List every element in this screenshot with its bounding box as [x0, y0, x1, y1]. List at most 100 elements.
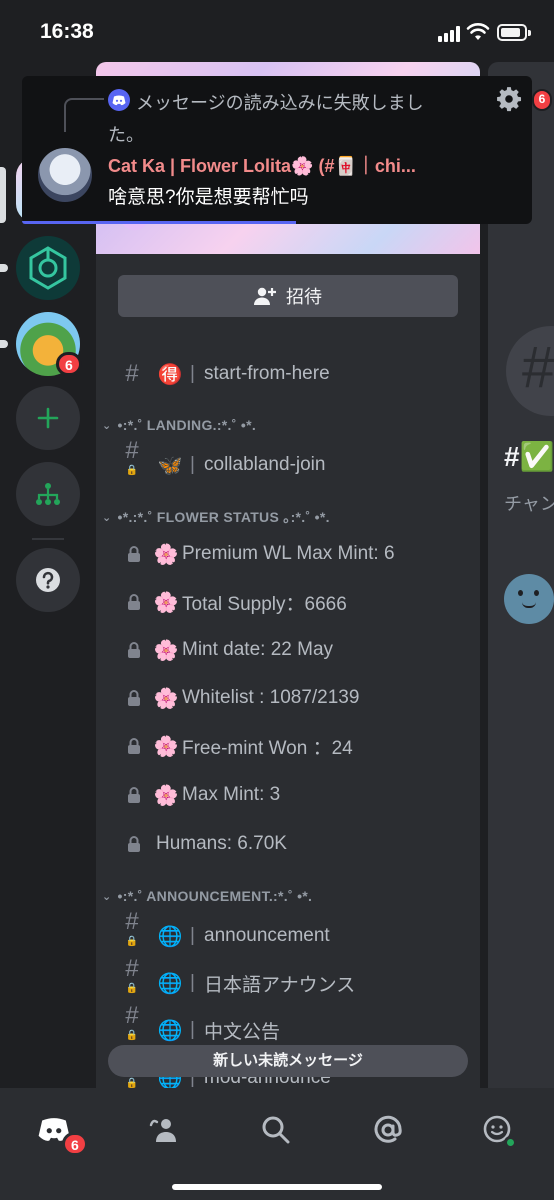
channel-announcement[interactable]: #🔒 🌐 | announcement [96, 908, 480, 956]
cellular-signal-icon [438, 26, 462, 42]
channel-subtitle: チャン [504, 494, 554, 514]
rail-divider [32, 538, 64, 540]
hash-icon: # [125, 360, 139, 387]
add-friend-icon [254, 287, 276, 305]
battery-icon [497, 24, 531, 41]
status-bar: 16:38 [0, 0, 554, 62]
new-unread-messages-button[interactable]: 新しい未読メッセージ [108, 1045, 468, 1077]
dismiss-progress-bar [22, 221, 296, 224]
channel-welcome-icon: # [506, 326, 554, 416]
lock-icon [128, 836, 140, 852]
category-announcement[interactable]: ⌄ •:*.˚ ANNOUNCEMENT.:*.˚ •*. [102, 885, 312, 907]
chevron-down-icon: ⌄ [102, 419, 112, 432]
in-app-notification[interactable]: メッセージの読み込みに失敗しました。 Cat Ka | Flower Lolit… [22, 76, 532, 224]
server-generic-g[interactable] [16, 236, 80, 300]
channel-emoji: 🌐 [157, 972, 183, 995]
lock-icon [128, 787, 140, 803]
channel-emoji: 🦋 [157, 454, 183, 477]
channel-name: announcement [204, 925, 330, 946]
search-icon [262, 1116, 290, 1144]
channel-divider: | [190, 972, 195, 993]
home-indicator [172, 1184, 382, 1190]
stat-text: Humans: 6.70K [156, 833, 287, 854]
locked-hash-icon: #🔒 [125, 437, 139, 476]
help-button[interactable] [16, 548, 80, 612]
voice-channel-stat[interactable]: 🌸 Whitelist : 1087/2139 [96, 678, 480, 718]
channel-japanese-announce[interactable]: #🔒 🌐 | 日本語アナウンス [96, 955, 480, 1003]
channel-chinese-announce[interactable]: #🔒 🌐 | 中文公告 [96, 1002, 480, 1050]
channel-name: 中文公告 [204, 1021, 281, 1043]
voice-channel-humans[interactable]: Humans: 6.70K [96, 824, 480, 864]
tab-search[interactable] [252, 1106, 300, 1154]
voice-channel-stat[interactable]: 🌸 Premium WL Max Mint: 6 [96, 534, 480, 574]
selected-server-indicator [0, 167, 6, 223]
stat-text: Total Supply：6666 [182, 593, 347, 615]
gear-icon[interactable] [496, 86, 522, 112]
channel-divider: | [190, 1019, 195, 1040]
stat-emoji: 🌸 [153, 591, 179, 614]
voice-channel-stat[interactable]: 🌸 Total Supply：6666 [96, 582, 480, 622]
channel-start-from-here[interactable]: # 🉐 | start-from-here [96, 354, 480, 394]
load-error-text: メッセージの読み込みに失敗しました。 [108, 93, 424, 145]
status-time: 16:38 [40, 20, 94, 43]
stat-emoji: 🌸 [153, 639, 179, 662]
tab-home[interactable]: 6 [30, 1106, 88, 1156]
channel-name: collabland-join [204, 454, 326, 475]
explore-servers-button[interactable] [16, 462, 80, 526]
lock-icon [128, 546, 140, 562]
friends-wave-icon [149, 1119, 176, 1142]
stat-text: Max Mint: 3 [182, 784, 281, 805]
category-label: •:*.˚ LANDING.:*.˚ •*. [117, 417, 257, 433]
unread-indicator [0, 264, 8, 272]
channel-divider: | [190, 454, 195, 475]
tab-friends[interactable] [140, 1106, 188, 1154]
author-avatar [38, 148, 92, 202]
category-landing[interactable]: ⌄ •:*.˚ LANDING.:*.˚ •*. [102, 414, 256, 436]
category-flower-status[interactable]: ⌄ •*.:*.˚ FLOWER STATUS ｡:*.˚ •*. [102, 506, 330, 528]
server-mention-badge: 6 [56, 352, 82, 376]
channel-emoji: 🉐 [157, 363, 183, 386]
tab-mentions[interactable] [364, 1106, 412, 1154]
wave-sticker-icon [504, 574, 554, 624]
lock-icon [128, 642, 140, 658]
reply-connector [64, 98, 104, 132]
question-icon [36, 568, 60, 592]
lock-icon [128, 738, 140, 754]
voice-channel-stat[interactable]: 🌸 Mint date: 22 May [96, 630, 480, 670]
stat-text: Free-mint Won ：24 [182, 737, 353, 759]
wifi-icon [466, 23, 490, 40]
plus-icon [37, 407, 59, 429]
channel-divider: | [190, 925, 195, 946]
stat-text: Mint date: 22 May [182, 639, 334, 660]
chevron-down-icon: ⌄ [102, 511, 112, 524]
voice-channel-stat[interactable]: 🌸 Free-mint Won ：24 [96, 726, 480, 766]
invite-button[interactable]: 招待 [118, 275, 458, 317]
invite-label: 招待 [286, 287, 322, 307]
category-label: •:*.˚ ANNOUNCEMENT.:*.˚ •*. [117, 888, 313, 904]
channel-collabland-join[interactable]: #🔒 🦋 | collabland-join [96, 437, 480, 485]
stat-emoji: 🌸 [153, 687, 179, 710]
channel-title: #✅ [504, 441, 554, 472]
lock-icon [128, 594, 140, 610]
channel-name: 日本語アナウンス [204, 974, 356, 996]
channel-divider: | [190, 363, 195, 384]
message-text: 啥意思?你是想要帮忙吗 [108, 187, 309, 208]
g-logo-icon [29, 246, 67, 290]
home-badge: 6 [62, 1132, 88, 1156]
stat-emoji: 🌸 [153, 735, 179, 758]
server-my-magic-planet[interactable]: 6 [16, 312, 82, 376]
channel-emoji: 🌐 [157, 925, 183, 948]
lock-icon [128, 690, 140, 706]
stat-text: Whitelist : 1087/2139 [182, 687, 360, 708]
online-status-dot [504, 1136, 517, 1149]
category-label: •*.:*.˚ FLOWER STATUS ｡:*.˚ •*. [117, 509, 330, 525]
stat-emoji: 🌸 [153, 784, 179, 807]
hub-tree-icon [36, 483, 60, 505]
add-server-button[interactable] [16, 386, 80, 450]
bottom-tab-bar: 6 [0, 1088, 554, 1200]
unread-indicator [0, 340, 8, 348]
tab-profile[interactable] [474, 1106, 522, 1154]
welcome-hash: # [522, 335, 554, 400]
voice-channel-stat[interactable]: 🌸 Max Mint: 3 [96, 775, 480, 815]
stat-emoji: 🌸 [153, 543, 179, 566]
